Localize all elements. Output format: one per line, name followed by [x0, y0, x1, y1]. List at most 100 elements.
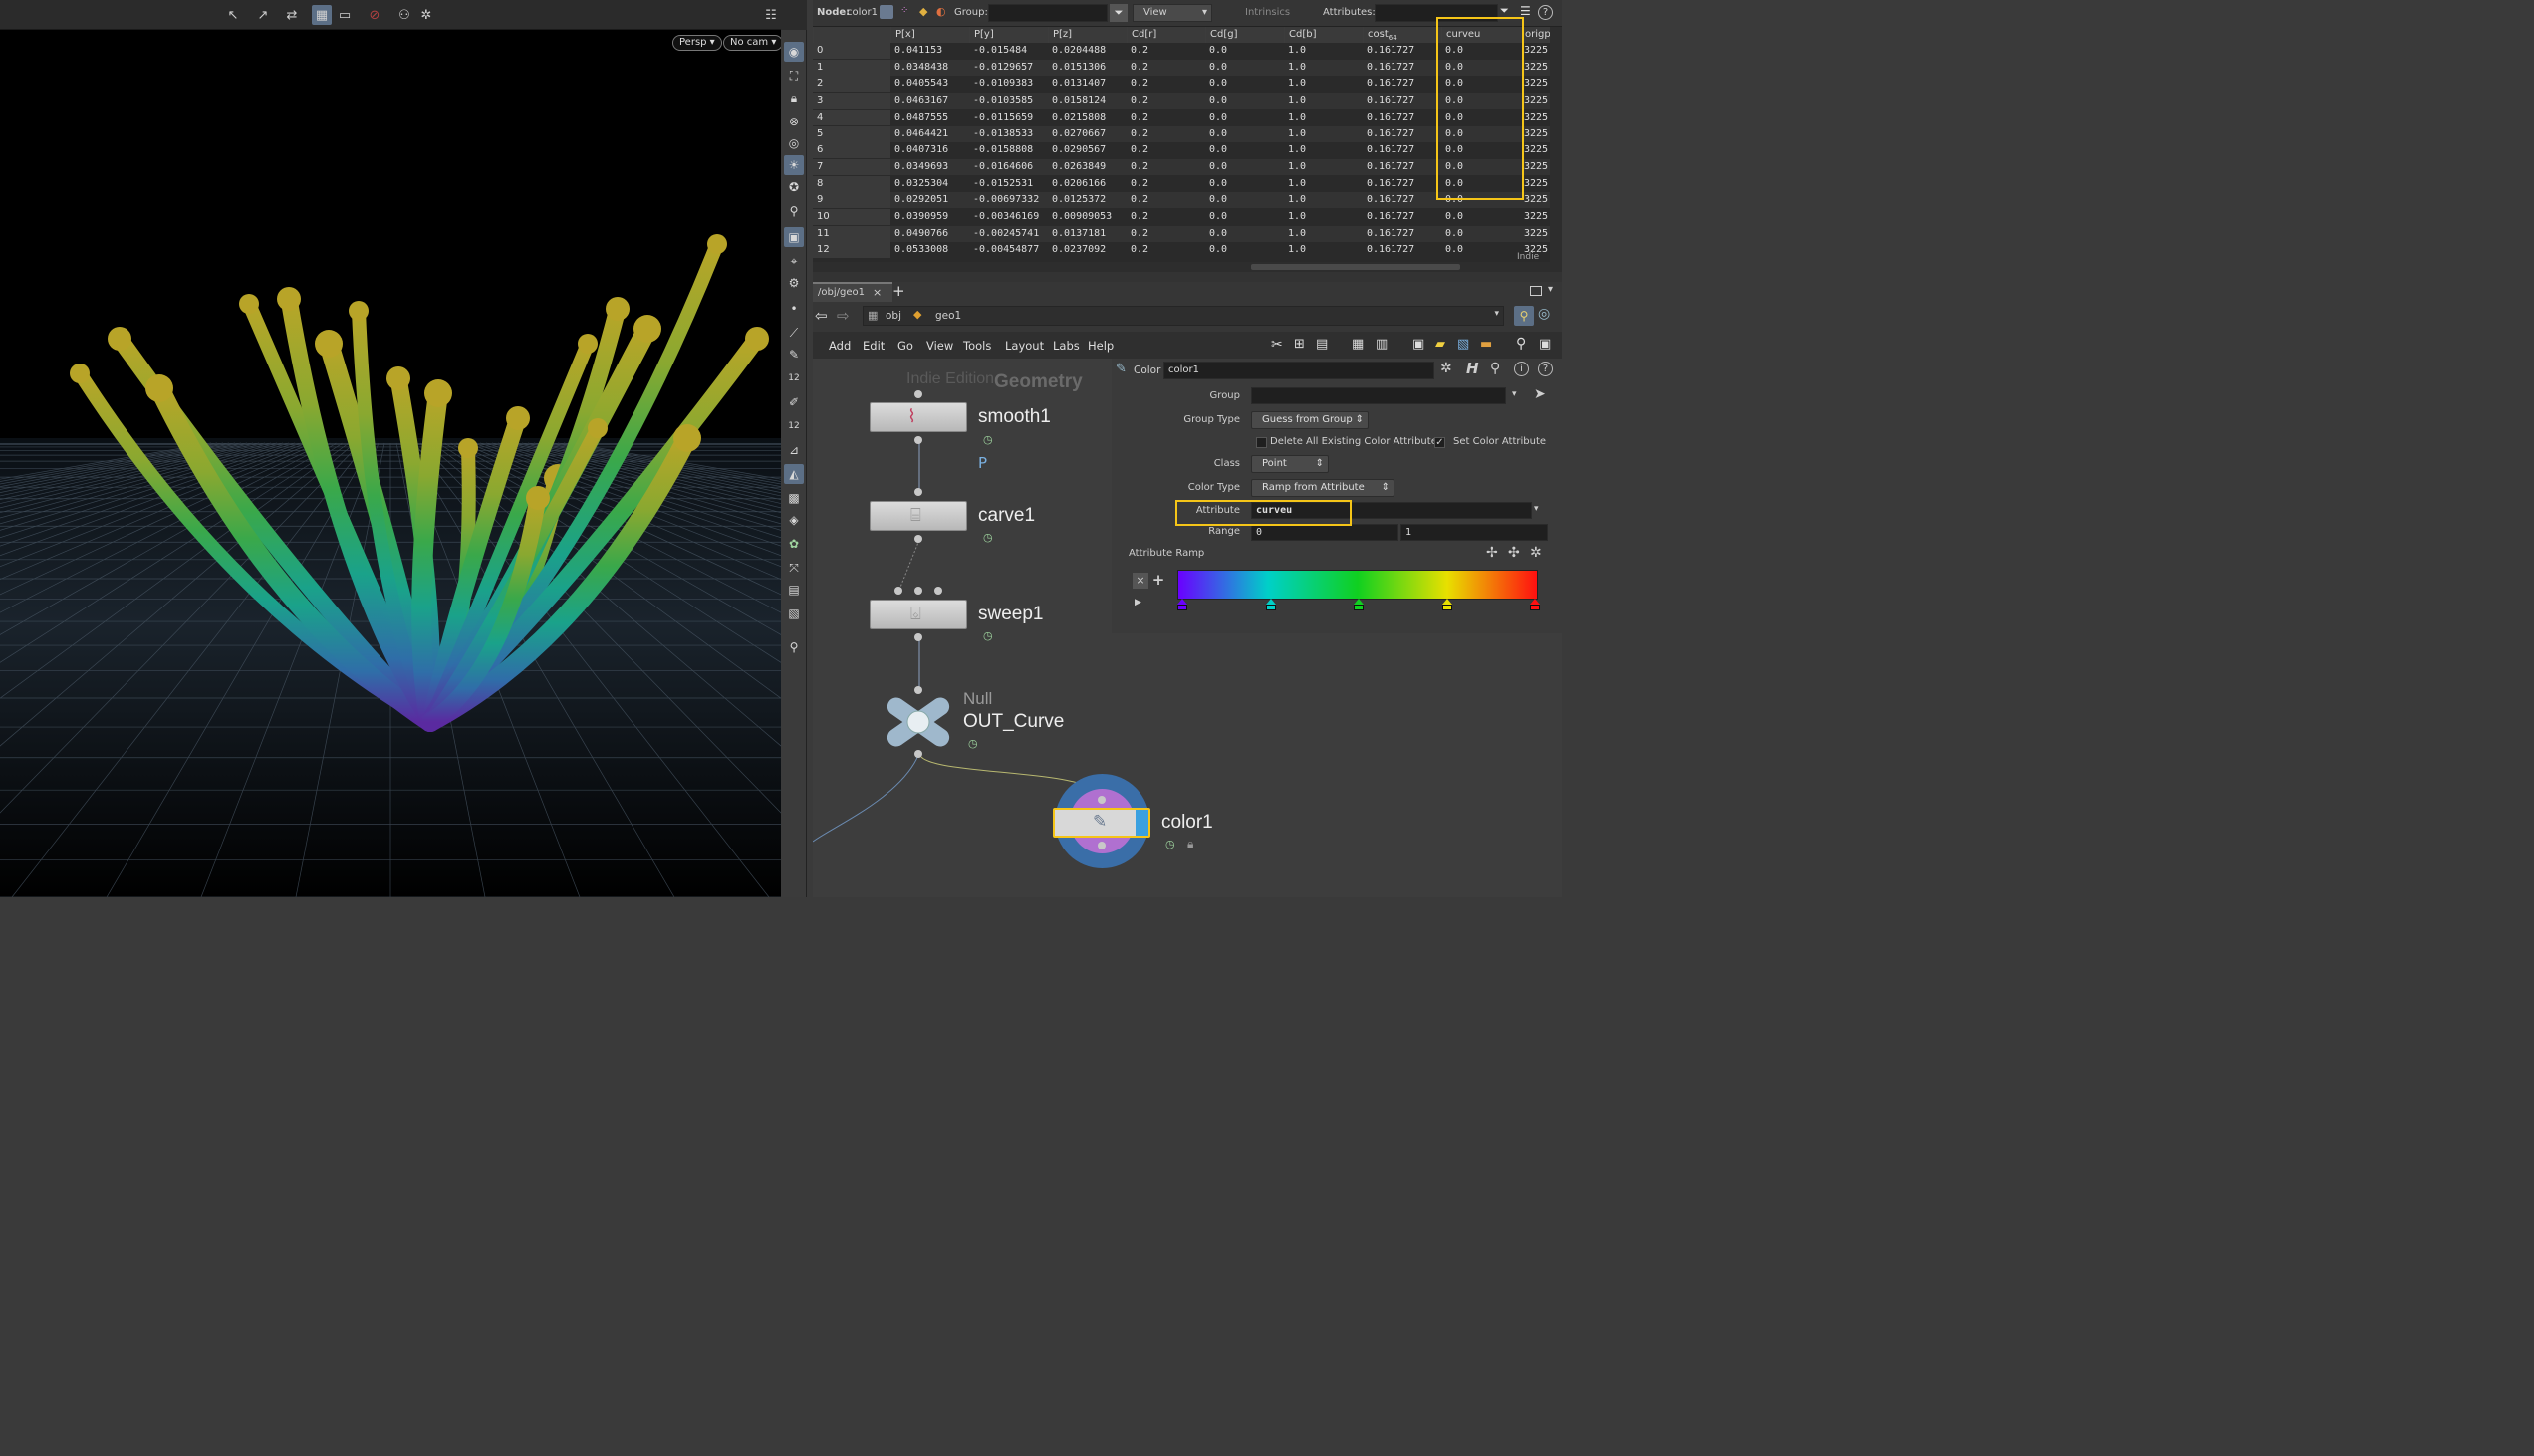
null-display-flag-icon[interactable]: ◷ — [968, 737, 978, 750]
path-dropdown-icon[interactable]: ▾ — [1494, 309, 1499, 319]
normal-icon[interactable]: ⊿ — [784, 440, 804, 460]
carve1-label[interactable]: carve1 — [978, 505, 1035, 527]
param-search-icon[interactable]: ⚲ — [1490, 361, 1500, 376]
add-tab-icon[interactable]: + — [892, 282, 905, 300]
menu-edit[interactable]: Edit — [863, 339, 885, 353]
intrinsics-menu[interactable]: Intrinsics — [1217, 4, 1303, 22]
menu-view[interactable]: View — [926, 339, 953, 353]
toolbox-icon[interactable]: ▬ — [1480, 337, 1492, 352]
ramp-key-marker[interactable] — [1441, 599, 1452, 610]
pin-icon[interactable]: ⚲ — [784, 201, 804, 221]
carve1-input-port[interactable] — [914, 488, 922, 496]
sticky-note-icon[interactable]: ▰ — [1435, 337, 1445, 352]
camera-persp-menu[interactable]: Persp ▾ — [672, 35, 722, 51]
path-obj[interactable]: obj — [886, 310, 901, 322]
menu-labs[interactable]: Labs — [1053, 339, 1080, 353]
texture-icon[interactable]: ✿ — [784, 534, 804, 554]
camera-select-menu[interactable]: No cam ▾ — [723, 35, 784, 51]
ramp-delete-key-icon[interactable]: × — [1133, 573, 1148, 589]
grid-view-icon[interactable]: ▦ — [1352, 337, 1364, 352]
image-icon[interactable]: ▧ — [784, 604, 804, 623]
spreadsheet-vscroll[interactable] — [1550, 27, 1562, 262]
menu-tools[interactable]: Tools — [963, 339, 991, 353]
table-row[interactable]: 12 0.0533008 -0.00454877 0.0237092 0.2 0.0 1.0… — [813, 242, 1562, 259]
spreadsheet-help-icon[interactable]: ? — [1538, 5, 1553, 20]
carve1-output-port[interactable] — [914, 535, 922, 543]
sweep1-input-port-b[interactable] — [914, 587, 922, 595]
detail-mode-icon[interactable]: ◐ — [936, 5, 950, 19]
column-header-1[interactable]: P[x] — [890, 27, 969, 43]
smooth1-input-port[interactable] — [914, 390, 922, 398]
sweep1-input-port-a[interactable] — [894, 587, 902, 595]
column-header-5[interactable]: Cd[g] — [1205, 27, 1284, 43]
image-background-icon[interactable]: ▧ — [1457, 337, 1469, 352]
range-min-field[interactable]: 0 — [1251, 524, 1398, 541]
param-help-icon[interactable]: ? — [1538, 362, 1553, 376]
shaded-icon[interactable]: ◈ — [784, 510, 804, 530]
sweep1-label[interactable]: sweep1 — [978, 604, 1044, 625]
pin-pane-icon[interactable]: ⚲ — [1514, 306, 1534, 326]
hide-icon[interactable]: ⊗ — [784, 112, 804, 131]
lock-icon[interactable]: 🔒︎ — [784, 88, 804, 108]
measure-icon[interactable]: ⤧ — [784, 558, 804, 578]
set-color-checkbox[interactable]: ✓ — [1434, 437, 1445, 448]
smooth1-output-port[interactable] — [914, 436, 922, 444]
menu-go[interactable]: Go — [897, 339, 913, 353]
target-icon[interactable]: ◎ — [784, 133, 804, 153]
bulb-icon[interactable]: ✪ — [784, 177, 804, 197]
light-icon[interactable]: ☀ — [784, 155, 804, 175]
group-filter-input[interactable] — [988, 4, 1108, 22]
ramp-settings-icon[interactable]: ✲ — [1530, 545, 1542, 561]
pane-menu-icon[interactable]: ▾ — [1548, 284, 1553, 295]
carve1-node[interactable]: ⌸ — [870, 501, 967, 531]
null-output-port[interactable] — [914, 750, 922, 758]
menu-help[interactable]: Help — [1088, 339, 1114, 353]
settings-icon[interactable]: ✲ — [416, 5, 436, 25]
sweep1-input-port-c[interactable] — [934, 587, 942, 595]
filter-icon[interactable]: ⏷ — [1110, 4, 1128, 22]
ramp-expand-icon[interactable]: ▶ — [1135, 598, 1141, 607]
handle-icon[interactable]: ⚙ — [784, 273, 804, 293]
gear-icon[interactable]: ✲ — [1440, 361, 1452, 376]
layout-icon[interactable]: ▥ — [1376, 337, 1388, 352]
uv-icon[interactable]: ◭ — [784, 464, 804, 484]
ramp-add-key-icon[interactable]: ✢ — [1486, 545, 1498, 561]
ramp-key-marker[interactable] — [1354, 599, 1364, 610]
snap-icon[interactable]: ⌖ — [784, 251, 804, 271]
table-row[interactable]: 11 0.0490766 -0.00245741 0.0137181 0.2 0.0 1.0… — [813, 225, 1562, 242]
forward-icon[interactable]: ⇨ — [837, 307, 850, 325]
back-icon[interactable]: ⇦ — [815, 307, 828, 325]
smooth1-display-flag-icon[interactable]: ◷ — [983, 433, 993, 446]
class-menu[interactable]: Point ⇕ — [1251, 455, 1329, 473]
view-icon[interactable]: ◉ — [784, 42, 804, 62]
color-type-menu[interactable]: Ramp from Attribute ⇕ — [1251, 479, 1394, 497]
menu-layout[interactable]: Layout — [1005, 339, 1044, 353]
points-mode-icon[interactable] — [880, 5, 893, 19]
background-icon[interactable]: ▤ — [784, 580, 804, 600]
menu-add[interactable]: Add — [829, 339, 851, 353]
delete-attributes-checkbox[interactable] — [1256, 437, 1267, 448]
carve1-display-flag-icon[interactable]: ◷ — [983, 531, 993, 544]
scene-viewport[interactable] — [0, 0, 781, 897]
node-name-field[interactable]: color1 — [1163, 362, 1434, 379]
ramp-key-marker[interactable] — [1265, 599, 1276, 610]
path-geo[interactable]: geo1 — [935, 310, 961, 322]
smooth1-label[interactable]: smooth1 — [978, 406, 1051, 428]
transform-icon[interactable]: ⇄ — [282, 5, 302, 25]
ramp-insert-key-icon[interactable]: + — [1150, 571, 1166, 589]
color1-output-port[interactable] — [1098, 842, 1106, 849]
ramp-key-marker[interactable] — [1177, 599, 1187, 610]
network-box-icon[interactable]: ▣ — [1412, 337, 1424, 352]
group-type-menu[interactable]: Guess from Group ⇕ — [1251, 411, 1369, 429]
smooth1-node[interactable]: ⌇ — [870, 402, 967, 432]
node-value[interactable]: color1 — [847, 7, 878, 18]
number-icon[interactable]: 12 — [784, 368, 804, 388]
network-tools-icon[interactable]: ✂ — [1271, 337, 1283, 353]
group-select-arrow-icon[interactable]: ➤ — [1534, 386, 1546, 402]
move-icon[interactable]: ↗ — [253, 5, 273, 25]
point-icon[interactable]: • — [784, 299, 804, 319]
color1-label[interactable]: color1 — [1161, 812, 1213, 834]
houdini-help-icon[interactable]: H — [1466, 360, 1479, 377]
column-header-2[interactable]: P[y] — [969, 27, 1048, 43]
stop-icon[interactable]: ⊘ — [365, 5, 384, 25]
